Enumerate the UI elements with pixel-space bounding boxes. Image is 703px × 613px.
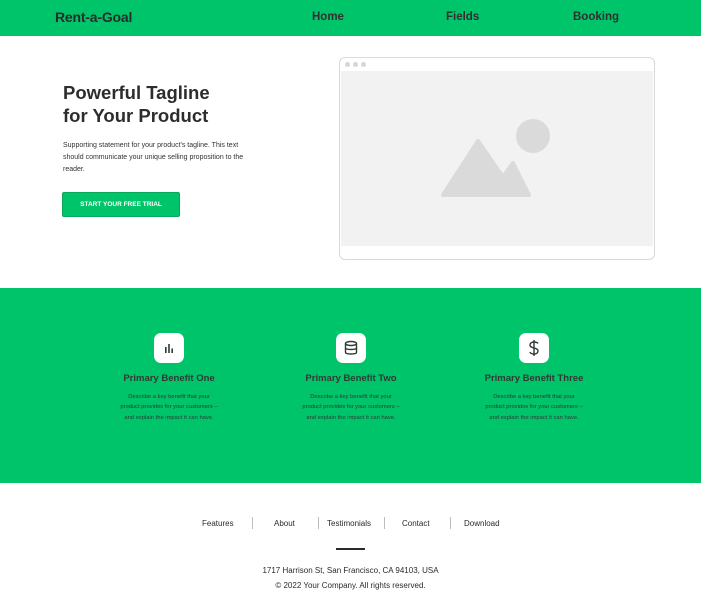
- benefit-description: Describe a key benefit that your product…: [485, 394, 583, 421]
- product-screenshot-placeholder: [339, 57, 655, 260]
- footer-divider: [318, 517, 319, 529]
- nav-booking[interactable]: Booking: [573, 11, 619, 23]
- footer-divider: [252, 517, 253, 529]
- footer-link-download[interactable]: Download: [464, 519, 500, 528]
- footer-link-features[interactable]: Features: [202, 519, 234, 528]
- tagline-line-1: Powerful Tagline: [63, 82, 210, 103]
- benefit-card-one: Primary Benefit One Describe a key benef…: [109, 333, 229, 423]
- footer-link-about[interactable]: About: [274, 519, 295, 528]
- footer-rule: [336, 548, 365, 550]
- benefit-description: Describe a key benefit that your product…: [120, 394, 218, 421]
- benefit-card-two: Primary Benefit Two Describe a key benef…: [291, 333, 411, 423]
- footer-link-contact[interactable]: Contact: [402, 519, 430, 528]
- copyright-notice: © 2022 Your Company. All rights reserved…: [275, 581, 426, 590]
- logo[interactable]: Rent-a-Goal: [55, 9, 132, 25]
- tagline-line-2: for Your Product: [63, 105, 209, 126]
- bar-chart-icon: [154, 333, 184, 363]
- database-icon: [336, 333, 366, 363]
- nav-fields[interactable]: Fields: [446, 11, 479, 23]
- window-dots: [345, 62, 366, 67]
- footer-divider: [450, 517, 451, 529]
- benefit-title: Primary Benefit Two: [305, 373, 397, 384]
- benefit-title: Primary Benefit One: [123, 373, 215, 384]
- window-dot: [353, 62, 358, 67]
- nav-home[interactable]: Home: [312, 11, 344, 23]
- benefit-title: Primary Benefit Three: [484, 373, 584, 384]
- image-canvas: [341, 71, 653, 246]
- footer-link-testimonials[interactable]: Testimonials: [327, 519, 371, 528]
- benefit-description: Describe a key benefit that your product…: [302, 394, 400, 421]
- footer-nav: Features About Testimonials Contact Down…: [0, 517, 701, 533]
- hero-tagline: Powerful Tagline for Your Product: [63, 81, 263, 127]
- dollar-icon: [519, 333, 549, 363]
- top-header: Rent-a-Goal Home Fields Booking: [0, 0, 701, 36]
- footer-divider: [384, 517, 385, 529]
- window-dot: [361, 62, 366, 67]
- benefits-section: Primary Benefit One Describe a key benef…: [0, 288, 701, 483]
- free-trial-button[interactable]: START YOUR FREE TRIAL: [62, 192, 180, 217]
- company-address: 1717 Harrison St, San Francisco, CA 9410…: [262, 566, 439, 575]
- hero-supporting-text: Supporting statement for your product's …: [63, 142, 244, 173]
- window-dot: [345, 62, 350, 67]
- image-icon: [441, 119, 550, 197]
- benefit-card-three: Primary Benefit Three Describe a key ben…: [474, 333, 594, 423]
